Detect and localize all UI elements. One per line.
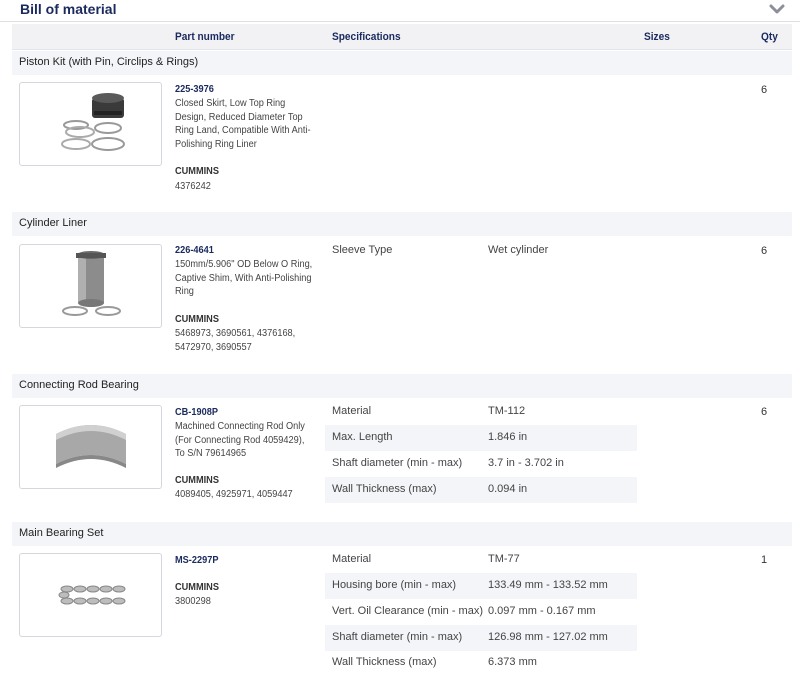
- section-header-piston-kit: Piston Kit (with Pin, Circlips & Rings): [12, 51, 792, 75]
- spec-value: 126.98 mm - 127.02 mm: [488, 631, 608, 643]
- brand-name: CUMMINS: [175, 166, 219, 177]
- spec-row: Vert. Oil Clearance (min - max) 0.097 mm…: [325, 599, 637, 625]
- section-title: Main Bearing Set: [19, 527, 104, 539]
- product-image-cylinder-liner[interactable]: [19, 244, 162, 328]
- bom-header: Bill of material: [0, 0, 800, 22]
- spec-name: Vert. Oil Clearance (min - max): [332, 605, 483, 617]
- chevron-down-icon[interactable]: [769, 2, 785, 16]
- column-header-part-number: Part number: [175, 31, 235, 43]
- spec-row: Max. Length 1.846 in: [325, 425, 637, 451]
- spec-name: Housing bore (min - max): [332, 579, 457, 591]
- column-header-specifications: Specifications: [332, 31, 401, 43]
- quantity: 6: [761, 84, 768, 96]
- spec-value: 133.49 mm - 133.52 mm: [488, 579, 608, 591]
- quantity: 6: [761, 406, 768, 418]
- brand-name: CUMMINS: [175, 314, 219, 325]
- part-number-link[interactable]: CB-1908P: [175, 407, 218, 418]
- spec-name: Shaft diameter (min - max): [332, 457, 463, 469]
- spec-value: 6.373 mm: [488, 656, 537, 668]
- spec-row: Housing bore (min - max) 133.49 mm - 133…: [325, 573, 637, 599]
- spec-value: Wet cylinder: [488, 244, 549, 256]
- product-image-connecting-rod-bearing[interactable]: [19, 405, 162, 489]
- section-header-connecting-rod-bearing: Connecting Rod Bearing: [12, 374, 792, 398]
- page-title: Bill of material: [20, 1, 117, 17]
- spec-value: TM-77: [488, 553, 520, 565]
- part-number-link[interactable]: 226-4641: [175, 245, 214, 256]
- quantity: 1: [761, 554, 768, 566]
- header-divider: [0, 21, 800, 22]
- section-title: Cylinder Liner: [19, 217, 87, 229]
- section-header-cylinder-liner: Cylinder Liner: [12, 212, 792, 236]
- spec-row: Wall Thickness (max) 0.094 in: [325, 477, 637, 503]
- spec-value: 1.846 in: [488, 431, 528, 443]
- spec-name: Material: [332, 553, 372, 565]
- spec-value: 0.097 mm - 0.167 mm: [488, 605, 596, 617]
- quantity: 6: [761, 245, 768, 257]
- part-description: Closed Skirt, Low Top Ring Design, Reduc…: [175, 98, 311, 150]
- brand-name: CUMMINS: [175, 582, 219, 593]
- column-header-sizes: Sizes: [644, 31, 670, 43]
- spec-value: TM-112: [488, 405, 526, 417]
- column-header-qty: Qty: [761, 31, 778, 43]
- spec-name: Sleeve Type: [332, 244, 393, 256]
- section-title: Connecting Rod Bearing: [19, 379, 139, 391]
- spec-name: Wall Thickness (max): [332, 483, 437, 495]
- table-header: Part number Specifications Sizes Qty: [12, 24, 792, 50]
- spec-name: Shaft diameter (min - max): [332, 631, 463, 643]
- spec-row: Wall Thickness (max) 6.373 mm: [325, 650, 637, 675]
- part-number-link[interactable]: MS-2297P: [175, 555, 218, 566]
- product-image-piston-kit[interactable]: [19, 82, 162, 166]
- section-title: Piston Kit (with Pin, Circlips & Rings): [19, 56, 199, 68]
- part-description: 150mm/5.906" OD Below O Ring, Captive Sh…: [175, 259, 313, 297]
- section-header-main-bearing-set: Main Bearing Set: [12, 522, 792, 546]
- brand-name: CUMMINS: [175, 475, 219, 486]
- reference-numbers: 5468973, 3690561, 4376168, 5472970, 3690…: [175, 328, 296, 353]
- part-description: Machined Connecting Rod Only (For Connec…: [175, 421, 305, 459]
- reference-numbers: 4376242: [175, 181, 211, 192]
- product-image-main-bearing-set[interactable]: [19, 553, 162, 637]
- spec-name: Max. Length: [332, 431, 393, 443]
- spec-row: Material TM-77: [325, 547, 637, 573]
- spec-value: 0.094 in: [488, 483, 528, 495]
- part-number-link[interactable]: 225-3976: [175, 84, 214, 95]
- spec-row: Sleeve Type Wet cylinder: [325, 238, 637, 264]
- spec-value: 3.7 in - 3.702 in: [488, 457, 564, 469]
- reference-numbers: 4089405, 4925971, 4059447: [175, 489, 293, 500]
- spec-name: Wall Thickness (max): [332, 656, 437, 668]
- spec-row: Shaft diameter (min - max) 126.98 mm - 1…: [325, 625, 637, 651]
- spec-row: Shaft diameter (min - max) 3.7 in - 3.70…: [325, 451, 637, 477]
- spec-name: Material: [332, 405, 372, 417]
- reference-numbers: 3800298: [175, 596, 211, 607]
- spec-row: Material TM-112: [325, 399, 637, 425]
